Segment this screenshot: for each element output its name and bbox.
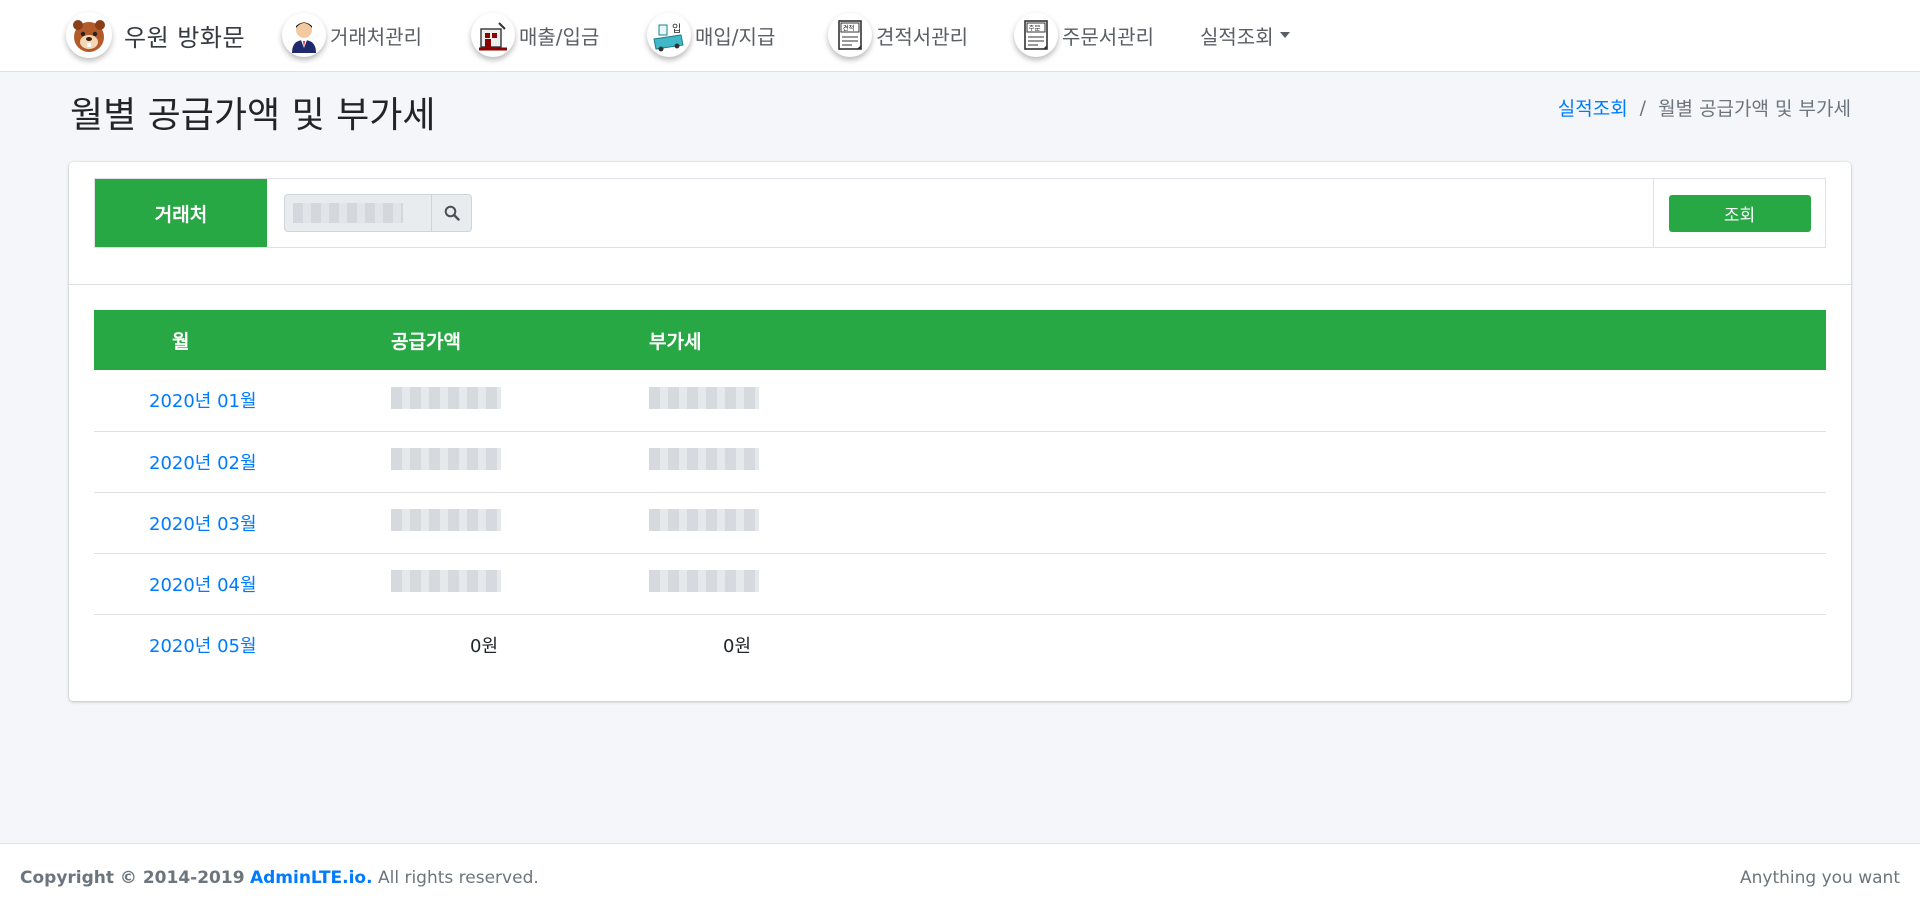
query-button[interactable]: 조회 <box>1668 194 1811 232</box>
supply-amount-redacted <box>391 448 501 470</box>
rights-text: All rights reserved. <box>377 868 539 888</box>
top-navbar: 우원 방화문 거래처관리 매출/입금 입 매입/지급 견적 견적서관리 주문 주… <box>0 0 1920 72</box>
brand-name: 우원 방화문 <box>124 23 246 52</box>
table-row: 2020년 03월 <box>94 492 1826 553</box>
purchase-stamp: 입 <box>672 22 681 35</box>
caret-down-icon <box>1279 32 1290 38</box>
nav-item-sales[interactable]: 매출/입금 <box>471 12 599 58</box>
table-row: 2020년 04월 <box>94 553 1826 614</box>
column-header-month: 월 <box>172 330 190 353</box>
breadcrumb: 실적조회 / 월별 공급가액 및 부가세 <box>1558 94 1851 121</box>
footer-tagline: Anything you want <box>1740 868 1900 888</box>
nav-item-estimates[interactable]: 견적 견적서관리 <box>828 12 968 58</box>
month-link[interactable]: 2020년 03월 <box>149 510 257 536</box>
purchase-truck-icon: 입 <box>647 13 691 57</box>
nav-item-purchase-label: 매입/지급 <box>695 24 776 49</box>
client-search-button[interactable] <box>432 194 472 232</box>
client-filter-label: 거래처 <box>95 179 267 247</box>
table-row: 2020년 02월 <box>94 431 1826 492</box>
vat-amount-redacted <box>649 448 759 470</box>
breadcrumb-current: 월별 공급가액 및 부가세 <box>1658 98 1851 120</box>
month-link[interactable]: 2020년 01월 <box>149 387 257 413</box>
vat-amount-redacted <box>649 509 759 531</box>
copyright-text: Copyright © 2014-2019 <box>20 868 245 888</box>
nav-item-sales-label: 매출/입금 <box>519 24 600 49</box>
page-title: 월별 공급가액 및 부가세 <box>70 95 436 136</box>
nav-item-estimates-label: 견적서관리 <box>876 24 968 49</box>
order-document-icon: 주문 <box>1014 13 1058 57</box>
month-link[interactable]: 2020년 02월 <box>149 449 257 475</box>
supply-amount-redacted <box>391 509 501 531</box>
nav-dropdown-performance[interactable]: 실적조회 <box>1200 12 1290 58</box>
table-row: 2020년 01월 <box>94 370 1826 431</box>
month-link[interactable]: 2020년 04월 <box>149 571 257 597</box>
footer-copyright: Copyright © 2014-2019 AdminLTE.io. All r… <box>20 868 539 888</box>
query-cell: 조회 <box>1653 179 1825 247</box>
brand-link[interactable]: 우원 방화문 <box>66 12 245 58</box>
sales-factory-icon <box>471 13 515 57</box>
nav-dropdown-performance-label: 실적조회 <box>1200 24 1274 49</box>
table-row: 2020년 05월 0원 0원 <box>94 614 1826 675</box>
breadcrumb-link-performance[interactable]: 실적조회 <box>1558 94 1628 121</box>
nav-item-clients[interactable]: 거래처관리 <box>282 12 422 58</box>
column-header-vat: 부가세 <box>649 330 702 353</box>
nav-item-purchase[interactable]: 입 매입/지급 <box>647 12 775 58</box>
vat-amount-redacted <box>649 570 759 592</box>
beaver-logo-icon <box>66 12 112 58</box>
supply-amount: 0원 <box>470 635 499 657</box>
column-header-supply: 공급가액 <box>391 330 461 353</box>
nav-item-clients-label: 거래처관리 <box>330 24 422 49</box>
monthly-table: 월 공급가액 부가세 2020년 01월 2020년 02월 2020년 03월 <box>94 310 1826 675</box>
estimate-stamp: 견적 <box>843 23 855 32</box>
vat-amount: 0원 <box>723 635 752 657</box>
nav-item-orders[interactable]: 주문 주문서관리 <box>1014 12 1154 58</box>
card-divider <box>69 284 1851 285</box>
breadcrumb-separator: / <box>1639 96 1647 119</box>
table-header-row: 월 공급가액 부가세 <box>94 310 1826 370</box>
report-card: 거래처 조회 월 공급가액 부가세 2020년 01월 2020년 02월 20… <box>69 162 1851 701</box>
search-filter-row: 거래처 조회 <box>94 178 1826 248</box>
client-input[interactable] <box>284 194 432 232</box>
vat-amount-redacted <box>649 386 759 409</box>
adminlte-link[interactable]: AdminLTE.io. <box>250 868 373 888</box>
month-link[interactable]: 2020년 05월 <box>149 632 257 658</box>
estimate-document-icon: 견적 <box>828 13 872 57</box>
nav-item-orders-label: 주문서관리 <box>1062 24 1154 49</box>
page-footer: Copyright © 2014-2019 AdminLTE.io. All r… <box>0 843 1920 914</box>
order-stamp: 주문 <box>1029 24 1041 32</box>
client-person-icon <box>282 13 326 57</box>
column-header-spacer <box>759 310 1826 370</box>
supply-amount-redacted <box>391 570 501 592</box>
search-icon <box>444 205 460 221</box>
supply-amount-redacted <box>391 386 501 409</box>
